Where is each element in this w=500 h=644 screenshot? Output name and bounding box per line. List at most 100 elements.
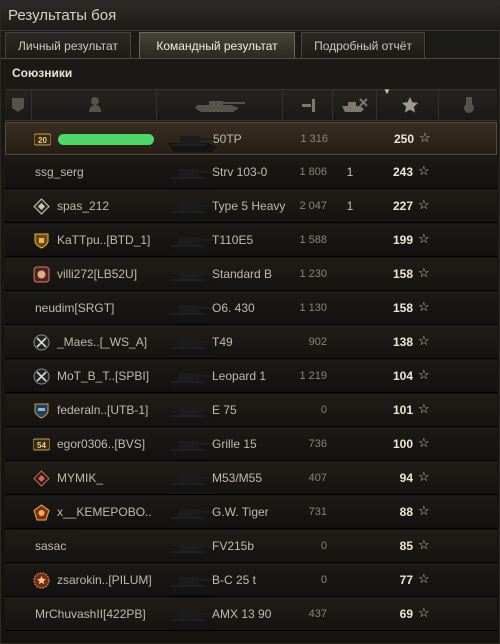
damage-value: 437 [308, 608, 327, 620]
xp-value: 101 [392, 403, 413, 417]
damage-value: 1 219 [299, 370, 327, 382]
xp-star-icon: ☆ [419, 130, 431, 145]
xp-star-icon: ☆ [418, 333, 430, 348]
damage-value: 731 [308, 506, 327, 518]
player-name: KaTTpu..[BTD_1] [57, 233, 151, 247]
tab-bar: Личный результат Командный результат Под… [1, 31, 500, 59]
player-name: spas_212 [57, 199, 110, 213]
player-name: ssg_serg [35, 165, 84, 179]
xp-value: 199 [392, 233, 413, 247]
xp-star-icon: ☆ [418, 605, 430, 620]
player-name: neudim[SRGT] [35, 301, 115, 315]
damage-value: 1 588 [299, 234, 327, 246]
xp-star-icon: ☆ [418, 469, 430, 484]
player-row[interactable]: zsarokin..[PILUM] B-C 25 t 0 77 ☆ [5, 564, 497, 597]
blue-shield-badge-icon [33, 402, 50, 419]
player-row[interactable]: neudim[SRGT] O6. 430 1 130 158 ☆ [5, 292, 497, 325]
player-name: MrChuvashII[422PB] [35, 607, 146, 621]
column-header-row: ▼ [5, 87, 497, 121]
xp-value: 77 [399, 573, 413, 587]
battle-results-window: Результаты боя Личный результат Командны… [0, 0, 500, 644]
medal-icon [464, 97, 474, 113]
player-row[interactable]: sasac FV215b 0 85 ☆ [5, 530, 497, 563]
player-name [58, 134, 154, 145]
vehicle-name: FV215b [212, 539, 255, 553]
diamond-badge-icon [33, 198, 50, 215]
damage-value: 0 [320, 404, 327, 416]
tab-detailed-report[interactable]: Подробный отчёт [301, 32, 425, 58]
player-row[interactable]: 20 50TP 1 316 250 ☆ [5, 122, 497, 155]
xp-value: 250 [393, 132, 414, 146]
kills-icon [342, 98, 368, 112]
xp-star-icon: ☆ [418, 197, 430, 212]
sort-descending-icon: ▼ [383, 87, 391, 96]
xp-star-icon: ☆ [418, 163, 430, 178]
xp-star-icon: ☆ [418, 503, 430, 518]
level-54-badge-icon: 54 [32, 436, 51, 453]
xp-value: 227 [392, 199, 413, 213]
xp-star-icon: ☆ [418, 435, 430, 450]
gear-star-badge-icon [33, 572, 50, 589]
tank-icon [195, 101, 245, 112]
player-row[interactable]: ssg_serg Strv 103-0 1 806 1 243 ☆ [5, 156, 497, 189]
damage-value: 902 [308, 336, 327, 348]
red-clan-badge-icon [33, 266, 50, 283]
player-row[interactable]: x__KEMEPOBO.. G.W. Tiger 731 88 ☆ [5, 496, 497, 529]
player-row[interactable]: MrChuvashII[422PB] AMX 13 90 437 69 ☆ [5, 598, 497, 631]
kills-value: 1 [346, 165, 354, 179]
player-row[interactable]: federaln..[UTB-1] E 75 0 101 ☆ [5, 394, 497, 427]
column-player[interactable] [32, 90, 157, 120]
player-name: x__KEMEPOBO.. [57, 505, 152, 519]
player-name: _Maes..[_WS_A] [57, 335, 148, 349]
svg-text:20: 20 [38, 136, 47, 145]
damage-value: 0 [320, 540, 327, 552]
kills-value: 1 [346, 199, 354, 213]
xp-value: 69 [399, 607, 413, 621]
xp-star-icon: ☆ [418, 571, 430, 586]
column-vehicle[interactable] [157, 90, 283, 120]
player-icon [89, 97, 101, 112]
xp-star-icon: ☆ [418, 265, 430, 280]
xp-value: 85 [399, 539, 413, 553]
vehicle-name: Grille 15 [212, 437, 257, 451]
xp-star-icon [401, 97, 419, 113]
column-xp[interactable]: ▼ [377, 87, 439, 120]
player-name: federaln..[UTB-1] [57, 403, 149, 417]
player-name: villi272[LB52U] [57, 267, 138, 281]
title-bar[interactable]: Результаты боя [1, 1, 500, 31]
vehicle-name: T49 [212, 335, 233, 349]
player-row[interactable]: 54 egor0306..[BVS] Grille 15 736 100 ☆ [5, 428, 497, 461]
column-medal[interactable] [439, 90, 497, 120]
vehicle-name: AMX 13 90 [212, 607, 272, 621]
svg-text:54: 54 [37, 441, 46, 450]
xp-value: 104 [392, 369, 413, 383]
vehicle-name: Leopard 1 [212, 369, 267, 383]
damage-icon [302, 99, 315, 112]
xp-value: 88 [399, 505, 413, 519]
vehicle-name: G.W. Tiger [212, 505, 269, 519]
column-kills[interactable] [333, 90, 377, 120]
damage-value: 407 [308, 472, 327, 484]
player-row[interactable]: MYMIK_ M53/M55 407 94 ☆ [5, 462, 497, 495]
damage-value: 1 130 [299, 302, 327, 314]
column-badge[interactable] [5, 90, 32, 120]
damage-value: 0 [320, 574, 327, 586]
player-row[interactable]: KaTTpu..[BTD_1] T110E5 1 588 199 ☆ [5, 224, 497, 257]
vehicle-name: O6. 430 [212, 301, 255, 315]
tab-team-result[interactable]: Командный результат [139, 32, 295, 58]
vehicle-name: Strv 103-0 [212, 165, 268, 179]
tab-personal-result[interactable]: Личный результат [5, 32, 131, 58]
xp-star-icon: ☆ [418, 401, 430, 416]
damage-value: 1 230 [299, 268, 327, 280]
player-name: MYMIK_ [57, 471, 104, 485]
player-row[interactable]: villi272[LB52U] Standard B 1 230 158 ☆ [5, 258, 497, 291]
column-damage[interactable] [283, 90, 333, 120]
allies-section-label: Союзники [12, 66, 73, 80]
xp-star-icon: ☆ [418, 299, 430, 314]
player-row[interactable]: MoT_B_T..[SPBI] Leopard 1 1 219 104 ☆ [5, 360, 497, 393]
player-name: sasac [35, 539, 67, 553]
red-diamond-badge-icon [33, 470, 50, 487]
player-row[interactable]: spas_212 Type 5 Heavy 2 047 1 227 ☆ [5, 190, 497, 223]
allies-player-list: 20 50TP 1 316 250 ☆ ssg_serg Strv 103-0 1 806 1 2… [5, 122, 497, 632]
player-row[interactable]: _Maes..[_WS_A] T49 902 138 ☆ [5, 326, 497, 359]
